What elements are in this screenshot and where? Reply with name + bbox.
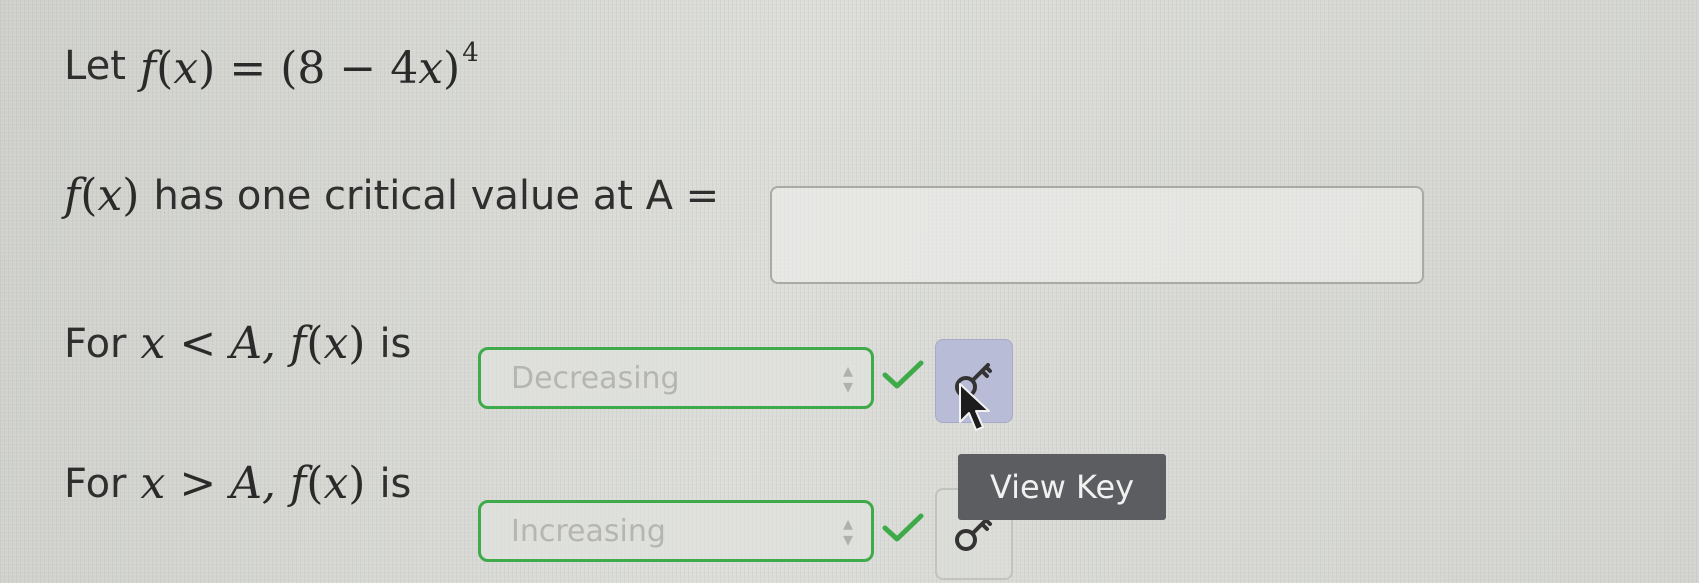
function-expression: f(x) = (8 − 4x)4 xyxy=(139,38,479,94)
exponent: 4 xyxy=(462,38,479,68)
right-interval-question: For x > A, f(x) is xyxy=(64,458,411,509)
is-label: is xyxy=(379,460,412,507)
function-definition: Let f(x) = (8 − 4x)4 xyxy=(64,38,479,94)
critical-value-text: has one critical value at A = xyxy=(153,172,720,219)
select-arrows-icon: ▴ ▾ xyxy=(842,358,853,398)
critical-value-question: f(x) has one critical value at A = xyxy=(64,170,719,221)
view-key-tooltip: View Key xyxy=(958,454,1166,520)
checkmark-icon xyxy=(882,513,924,542)
select-arrows-icon: ▴ ▾ xyxy=(842,511,853,551)
critical-value-input[interactable] xyxy=(770,186,1424,284)
checkmark-icon xyxy=(882,360,924,389)
left-behavior-value: Decreasing xyxy=(511,360,680,396)
left-interval-expression: x < A, f(x) xyxy=(140,318,366,369)
right-interval-expression: x > A, f(x) xyxy=(140,458,366,509)
right-behavior-select[interactable]: Increasing ▴ ▾ xyxy=(478,500,874,562)
left-interval-question: For x < A, f(x) is xyxy=(64,318,411,369)
is-label: is xyxy=(379,320,412,367)
function-symbol: f(x) xyxy=(64,170,140,221)
left-behavior-select[interactable]: Decreasing ▴ ▾ xyxy=(478,347,874,409)
for-label: For xyxy=(64,320,127,367)
for-label: For xyxy=(64,460,127,507)
let-label: Let xyxy=(64,43,126,89)
right-behavior-value: Increasing xyxy=(511,513,666,549)
arrow-cursor-icon xyxy=(959,383,990,431)
